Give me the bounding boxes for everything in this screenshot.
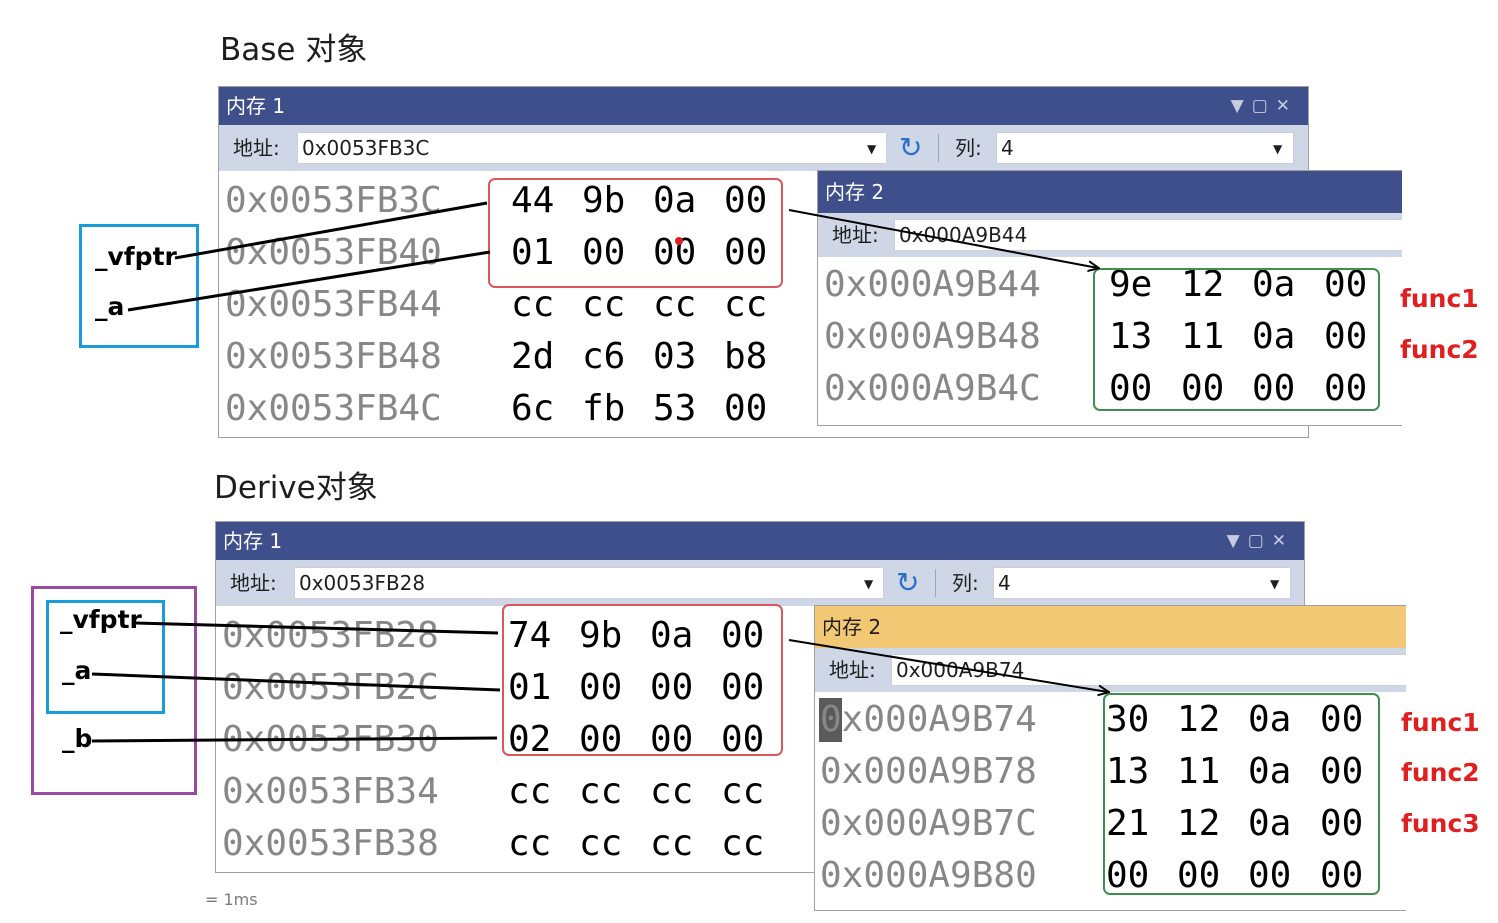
- connector-a-to-bytes: [91, 672, 501, 692]
- footer-note: = 1ms: [205, 890, 258, 909]
- arrow-vfptr-to-vtable: [788, 639, 1108, 692]
- arrow-vfptr-to-vtable: [788, 209, 1098, 268]
- connector-b-to-bytes: [91, 736, 498, 743]
- connector-lines: [91, 201, 1498, 743]
- connector-a-to-bytes: [127, 250, 491, 312]
- connector-vfptr-to-bytes: [174, 201, 488, 260]
- marker-dot: [675, 237, 683, 245]
- connector-vfptr-to-bytes: [134, 621, 499, 635]
